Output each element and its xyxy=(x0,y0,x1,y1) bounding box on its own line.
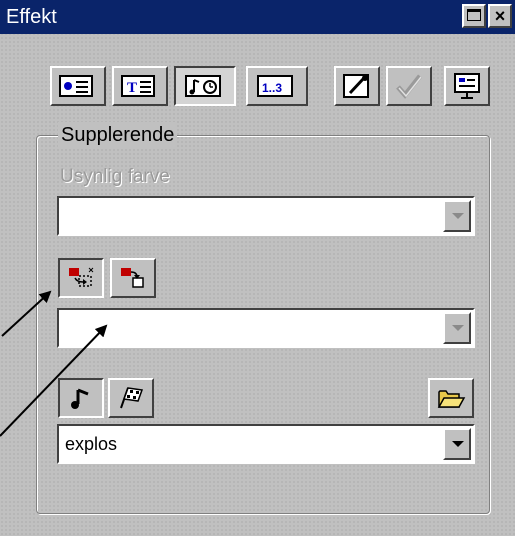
group-label: Supplerende xyxy=(58,122,178,148)
checkered-flag-icon xyxy=(120,387,144,409)
tab-sound-timing[interactable] xyxy=(174,66,236,106)
move-effect-icon xyxy=(121,268,144,288)
effect-option-button-1[interactable] xyxy=(58,258,104,298)
chevron-down-icon[interactable] xyxy=(443,312,471,344)
svg-text:1..3: 1..3 xyxy=(262,81,282,95)
close-icon: × xyxy=(494,6,506,26)
dissolve-effect-icon xyxy=(69,267,94,287)
open-file-button[interactable] xyxy=(428,378,474,418)
window-title: Effekt xyxy=(6,6,57,28)
music-note-icon xyxy=(71,388,89,409)
numbering-icon: 1..3 xyxy=(257,75,293,97)
title-bar: Effekt × xyxy=(0,0,515,34)
tab-slide-effect[interactable] xyxy=(50,66,106,106)
text-icon: T xyxy=(121,75,155,97)
slide-icon xyxy=(59,75,93,97)
presentation-button[interactable] xyxy=(444,66,490,106)
effect-select[interactable] xyxy=(57,308,475,348)
invisible-color-label: Usynlig farve xyxy=(60,166,170,187)
sound-select[interactable]: explos xyxy=(57,424,475,464)
sound-button[interactable] xyxy=(58,378,104,418)
chevron-down-icon[interactable] xyxy=(443,428,471,460)
invisible-color-select[interactable] xyxy=(57,196,475,236)
maximize-button[interactable] xyxy=(462,4,486,28)
folder-open-icon xyxy=(437,390,466,408)
apply-button[interactable] xyxy=(386,66,432,106)
effect-option-button-2[interactable] xyxy=(110,258,156,298)
chevron-down-icon[interactable] xyxy=(443,200,471,232)
svg-text:T: T xyxy=(127,80,137,96)
tab-text-effect[interactable]: T xyxy=(112,66,168,106)
edit-icon xyxy=(343,74,369,98)
edit-button[interactable] xyxy=(334,66,380,106)
sound-select-value: explos xyxy=(65,434,118,454)
close-button[interactable]: × xyxy=(488,4,512,28)
checkmark-icon xyxy=(396,74,422,99)
sound-timing-icon xyxy=(185,75,221,97)
effect-dialog: Effekt × T 1..3 Supplerende Usynlig farv… xyxy=(0,0,515,536)
finish-flag-button[interactable] xyxy=(108,378,154,418)
tab-order[interactable]: 1..3 xyxy=(246,66,308,106)
presentation-icon xyxy=(454,73,480,99)
